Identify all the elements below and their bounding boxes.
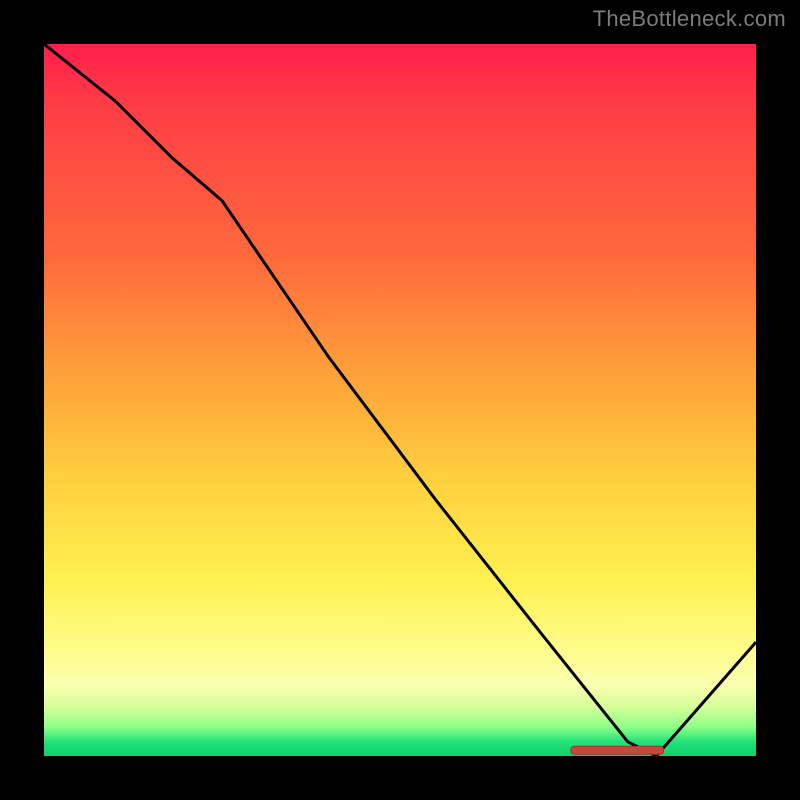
plot-background-gradient (44, 44, 756, 756)
chart-stage: TheBottleneck.com (0, 0, 800, 800)
attribution-text: TheBottleneck.com (593, 6, 786, 32)
